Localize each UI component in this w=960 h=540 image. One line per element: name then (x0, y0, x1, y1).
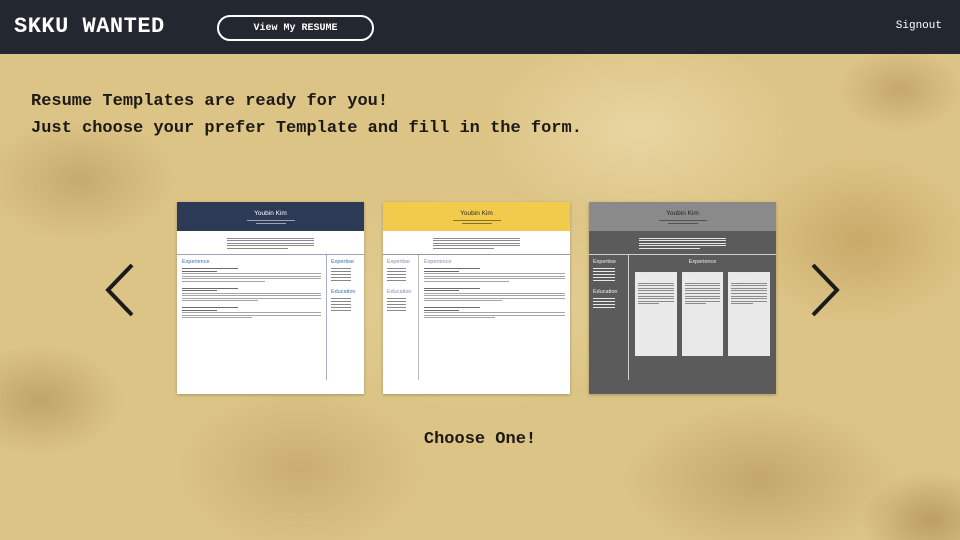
intro-line-1: Resume Templates are ready for you! (31, 92, 389, 111)
experience-panel (681, 272, 724, 356)
section-experience: Experience (688, 259, 717, 265)
top-navbar: SKKU WANTED View My RESUME Signout (0, 0, 960, 54)
section-education: Education (593, 289, 618, 295)
template-name: Youbin Kim (666, 209, 699, 217)
carousel-next-button[interactable] (805, 262, 845, 318)
template-summary (177, 231, 364, 255)
template-header: Youbin Kim (589, 202, 776, 231)
experience-panel (635, 272, 677, 356)
template-name: Youbin Kim (254, 209, 287, 217)
intro-text: Resume Templates are ready for you! Just… (31, 88, 731, 142)
view-my-resume-button[interactable]: View My RESUME (217, 15, 374, 41)
template-header: Youbin Kim (177, 202, 364, 231)
section-expertise: Expertise (387, 259, 410, 265)
section-expertise: Expertise (593, 259, 616, 265)
template-summary (589, 231, 776, 255)
chevron-right-icon (811, 263, 840, 317)
carousel-prev-button[interactable] (102, 262, 142, 318)
section-experience: Experience (424, 259, 452, 265)
template-name: Youbin Kim (460, 209, 493, 217)
brand-logo[interactable]: SKKU WANTED (14, 14, 165, 39)
intro-line-2: Just choose your prefer Template and fil… (31, 119, 582, 138)
template-card-3[interactable]: Youbin Kim Expertise Education Experienc… (589, 202, 776, 394)
section-experience: Experience (182, 259, 210, 265)
chevron-left-icon (105, 263, 134, 317)
section-education: Education (331, 289, 356, 295)
section-expertise: Expertise (331, 259, 354, 265)
signout-link[interactable]: Signout (896, 20, 942, 32)
experience-panel (728, 272, 771, 356)
template-card-1[interactable]: Youbin Kim Experience Expertise Educatio… (177, 202, 364, 394)
section-education: Education (387, 289, 412, 295)
choose-prompt: Choose One! (423, 430, 537, 449)
template-card-2[interactable]: Youbin Kim Expertise Education Experienc… (383, 202, 570, 394)
template-header: Youbin Kim (383, 202, 570, 231)
template-summary (383, 231, 570, 255)
